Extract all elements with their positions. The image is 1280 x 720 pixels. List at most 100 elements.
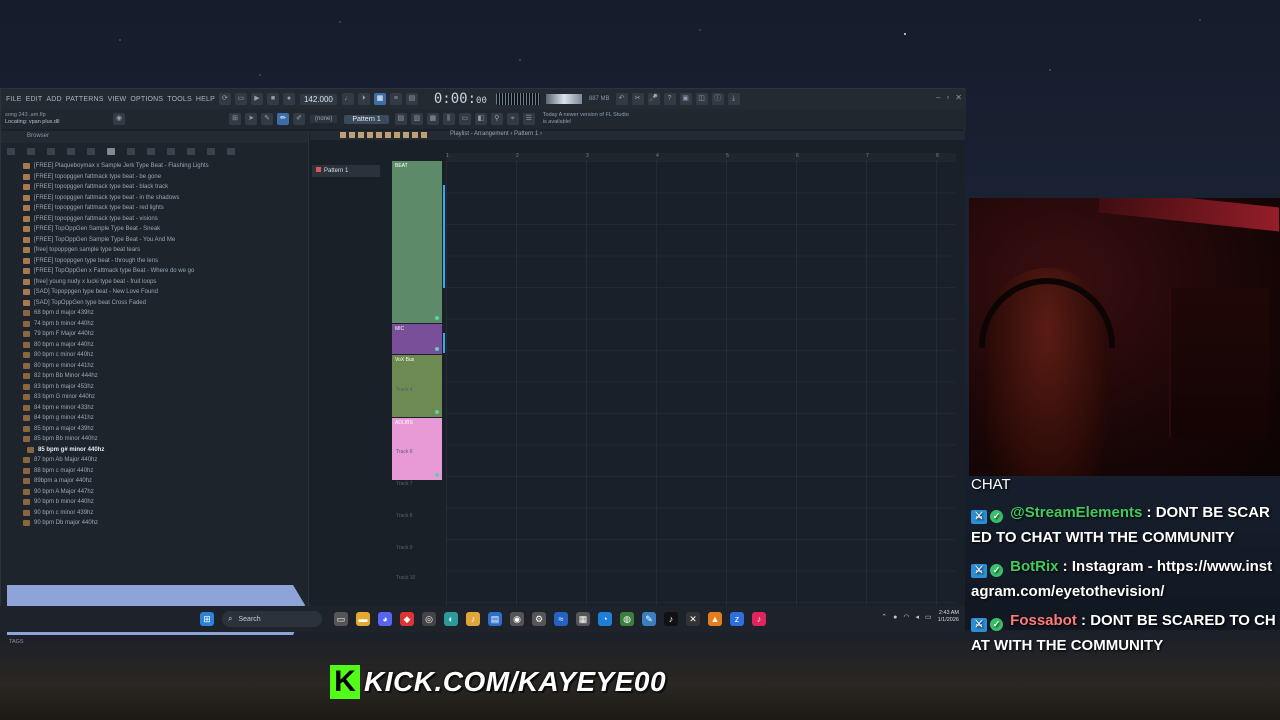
pattern-list-item[interactable]: Pattern 1 — [312, 165, 380, 177]
tempo-display[interactable]: 142.000 — [299, 93, 337, 105]
browser-item[interactable]: 87 bpm Ab Major 440hz — [23, 455, 303, 466]
browser-item[interactable]: 85 bpm g# minor 440hz — [23, 445, 303, 456]
browser-item[interactable]: [FREE] TopOppGen x Fattmack type Beat - … — [23, 266, 303, 277]
browser-item[interactable]: 80 bpm c minor 440hz — [23, 350, 303, 361]
browser-item[interactable]: [SAD] Topoppgen type beat - New Love Fou… — [23, 287, 303, 298]
browser-up-icon[interactable] — [27, 147, 35, 155]
track-adlibs-mute[interactable] — [435, 473, 439, 477]
menu-tools[interactable]: TOOLS — [165, 96, 194, 103]
browser-item[interactable]: [FREE] TopOppGen Sample Type Beat - You … — [23, 235, 303, 246]
menu-view[interactable]: VIEW — [106, 96, 129, 103]
browser-item[interactable]: 74 bpm b minor 440hz — [23, 319, 303, 330]
close-button[interactable]: ✕ — [955, 93, 962, 102]
arrangement-grid[interactable] — [446, 161, 956, 607]
browser-item[interactable]: [FREE] TopOppGen Sample Type Beat - Snea… — [23, 224, 303, 235]
magnet-icon[interactable] — [340, 132, 346, 138]
browser-folder-icon[interactable] — [107, 147, 115, 155]
windows-start-icon[interactable]: ⊞ — [200, 612, 214, 626]
taskbar-search[interactable]: ⌕ Search — [222, 611, 322, 627]
edge-icon[interactable]: ◐ — [444, 612, 458, 626]
settings-icon[interactable]: ⚙ — [532, 612, 546, 626]
stop-button[interactable]: ■ — [266, 93, 279, 105]
browser-icon[interactable]: ▭ — [458, 113, 471, 125]
snap-icon[interactable]: ⊞ — [229, 113, 241, 125]
browser-item[interactable]: 83 bpm G minor 440hz — [23, 392, 303, 403]
browser-search-icon[interactable] — [207, 147, 215, 155]
obs-icon[interactable]: ◉ — [510, 612, 524, 626]
browser-item[interactable]: 90 bpm Db major 440hz — [23, 518, 303, 529]
arrow-icon[interactable]: ➤ — [245, 113, 257, 125]
loop-icon[interactable]: ⟳ — [218, 93, 231, 105]
notepad-icon[interactable]: ▤ — [488, 612, 502, 626]
chrome-icon[interactable]: ◎ — [422, 612, 436, 626]
xbox-icon[interactable]: ◍ — [620, 612, 634, 626]
audio-app-icon[interactable]: ≈ — [554, 612, 568, 626]
browser-item[interactable]: 90 bpm A Major 447hz — [23, 487, 303, 498]
track-mic[interactable]: MIC — [392, 324, 442, 354]
playback-icon[interactable] — [421, 132, 427, 138]
menu-patterns[interactable]: PATTERNS — [64, 96, 106, 103]
vlc-icon[interactable]: ▲ — [708, 612, 722, 626]
browser-filter-icon[interactable] — [47, 147, 55, 155]
browser-item[interactable]: 88 bpm c major 440hz — [23, 466, 303, 477]
undo-icon[interactable]: ↶ — [615, 93, 628, 105]
browser-item[interactable]: [FREE] topopggen fattmack type beat - vi… — [23, 214, 303, 225]
save-icon[interactable]: ▣ — [679, 93, 692, 105]
menu-file[interactable]: FILE — [4, 96, 24, 103]
track-vox-bus-mute[interactable] — [435, 410, 439, 414]
mute-icon[interactable] — [376, 132, 382, 138]
browser-item[interactable]: 79 bpm F Major 440hz — [23, 329, 303, 340]
minimize-button[interactable]: – — [936, 93, 940, 102]
edge-browser-icon[interactable]: ◔ — [598, 612, 612, 626]
browser-item[interactable]: 83 bpm b major 453hz — [23, 382, 303, 393]
pencil-tool-icon[interactable]: ✎ — [261, 113, 273, 125]
browser-item[interactable]: 84 bpm g minor 441hz — [23, 413, 303, 424]
browser-item[interactable]: 68 bpm d major 439hz — [23, 308, 303, 319]
browser-star-icon[interactable] — [87, 147, 95, 155]
browser-history-icon[interactable] — [187, 147, 195, 155]
blend-icon[interactable]: ≡ — [389, 93, 402, 105]
track-beat[interactable]: BEAT — [392, 161, 442, 323]
browser-item[interactable]: 90 bpm b minor 440hz — [23, 497, 303, 508]
info-icon[interactable]: ⓘ — [711, 93, 724, 105]
task-view-icon[interactable]: ▭ — [334, 612, 348, 626]
browser-item[interactable]: 82 bpm Bb Minor 444hz — [23, 371, 303, 382]
capcut-icon[interactable]: ✕ — [686, 612, 700, 626]
draw-tool-icon[interactable]: ✏ — [277, 113, 289, 125]
brush-tool-icon[interactable]: ✐ — [293, 113, 305, 125]
volume-icon[interactable]: ◂ — [915, 613, 919, 621]
snap-selector[interactable]: (none) — [310, 115, 338, 123]
menu-help[interactable]: HELP — [194, 96, 217, 103]
pattern-selector[interactable]: Pattern 1 — [344, 114, 389, 124]
play-button[interactable]: ▶ — [250, 93, 263, 105]
browser-item[interactable]: 85 bpm Bb minor 440hz — [23, 434, 303, 445]
piano-roll-icon[interactable]: ▥ — [410, 113, 423, 125]
browser-project-icon[interactable] — [167, 147, 175, 155]
chevron-up-icon[interactable]: ⌃ — [881, 613, 887, 621]
tiktok-icon[interactable]: ♪ — [664, 612, 678, 626]
maximize-button[interactable]: ▫ — [946, 93, 949, 102]
channel-rack-icon[interactable]: ▦ — [426, 113, 439, 125]
browser-plugin-icon[interactable] — [147, 147, 155, 155]
mic-icon[interactable]: 🎤 — [647, 93, 660, 105]
step-edit-icon[interactable]: ▦ — [373, 93, 386, 105]
browser-item[interactable]: 89bpm a major 440hz — [23, 476, 303, 487]
browser-item[interactable]: 90 bpm c minor 439hz — [23, 508, 303, 519]
browser-item[interactable]: [FREE] topopggen fattmack type beat - re… — [23, 203, 303, 214]
browser-item[interactable]: 84 bpm e minor 433hz — [23, 403, 303, 414]
timeline-ruler[interactable]: 1 2 3 4 5 6 7 8 — [446, 153, 956, 161]
browser-item[interactable]: [FREE] topopggen fattmack type beat - be… — [23, 172, 303, 183]
pin-icon[interactable]: ⌖ — [506, 113, 519, 125]
browser-item[interactable]: [FREE] Plaqueboymax x Sample Jerk Type B… — [23, 161, 303, 172]
slip-icon[interactable] — [385, 132, 391, 138]
discord-icon[interactable]: ◕ — [378, 612, 392, 626]
pencil-icon[interactable] — [349, 132, 355, 138]
news-panel[interactable]: Today A newer version of FL Studio is av… — [543, 112, 633, 126]
browser-item[interactable]: [FREE] topoppgen type beat - through the… — [23, 256, 303, 267]
wait-icon[interactable]: ⏵ — [357, 93, 370, 105]
browser-sort-icon[interactable] — [67, 147, 75, 155]
paint-app-icon[interactable]: ✎ — [642, 612, 656, 626]
mixer-view-icon[interactable]: ⫼ — [442, 113, 455, 125]
browser-item[interactable]: [FREE] topopggen fattmack type beat - bl… — [23, 182, 303, 193]
browser-item[interactable]: [FREE] topopggen fattmack type beat - in… — [23, 193, 303, 204]
